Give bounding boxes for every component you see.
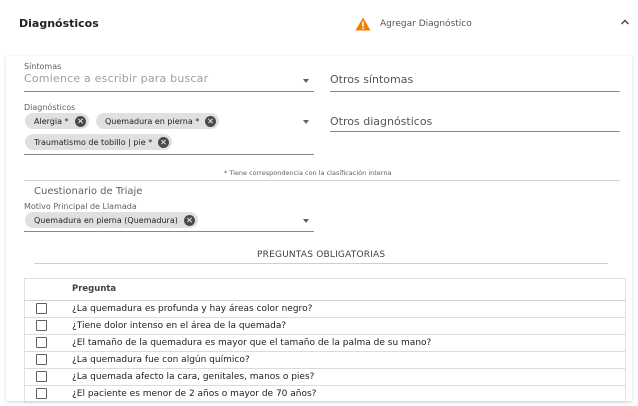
symptoms-placeholder: Comience a escribir para buscar <box>24 72 209 85</box>
question-text: ¿La quemadura fue con algún químico? <box>72 351 626 369</box>
question-text: ¿El tamaño de la quemadura es mayor que … <box>72 334 626 352</box>
motive-underline <box>24 231 314 232</box>
diagnostics-header[interactable]: Diagnósticos Agregar Diagnóstico <box>0 0 638 48</box>
section-title: Diagnósticos <box>19 17 99 30</box>
add-diagnosis-label: Agregar Diagnóstico <box>380 19 472 29</box>
question-checkbox[interactable] <box>36 337 47 348</box>
diagnostics-panel: Síntomas Comience a escribir para buscar… <box>6 56 632 403</box>
question-text: ¿Tiene dolor intenso en el área de la qu… <box>72 317 626 335</box>
question-text: ¿El paciente es menor de 2 años o mayor … <box>72 385 626 403</box>
other-symptoms-placeholder: Otros síntomas <box>330 73 414 86</box>
other-diagnoses-field[interactable]: Otros diagnósticos <box>330 112 620 132</box>
classification-note: * Tiene correspondencia con la clasifica… <box>224 169 392 177</box>
questions-table: Pregunta ¿La quemadura es profunda y hay… <box>24 278 626 403</box>
section-divider <box>34 263 608 264</box>
question-checkbox[interactable] <box>36 320 47 331</box>
motive-select[interactable]: Quemadura en pierna (Quemadura) <box>24 211 314 231</box>
chip-label: Traumatismo de tobillo | pie * <box>34 137 153 147</box>
other-symptoms-field[interactable]: Otros síntomas <box>330 70 620 92</box>
add-diagnosis-button[interactable]: Agregar Diagnóstico <box>355 16 472 32</box>
remove-chip-icon[interactable] <box>183 214 195 226</box>
other-symptoms-underline <box>330 91 620 92</box>
diagnoses-underline <box>24 154 314 155</box>
divider <box>24 180 620 181</box>
question-checkbox[interactable] <box>36 371 47 382</box>
question-text: ¿La quemada afecto la cara, genitales, m… <box>72 368 626 386</box>
diagnoses-select[interactable]: Alergia * Quemadura en pierna * Traumati… <box>24 112 314 154</box>
table-row: ¿El paciente es menor de 2 años o mayor … <box>24 385 626 403</box>
chip-label: Quemadura en pierna (Quemadura) <box>34 215 178 225</box>
checkbox-column-header <box>24 278 72 301</box>
table-row: ¿Tiene dolor intenso en el área de la qu… <box>24 317 626 335</box>
table-row: ¿La quemadura fue con algún químico? <box>24 351 626 369</box>
question-checkbox[interactable] <box>36 303 47 314</box>
diagnosis-chip[interactable]: Quemadura en pierna * <box>96 113 220 129</box>
chip-label: Quemadura en pierna * <box>105 116 200 126</box>
chevron-up-icon[interactable] <box>619 16 631 28</box>
triage-title: Cuestionario de Triaje <box>34 186 143 197</box>
other-diagnoses-underline <box>330 131 620 132</box>
symptoms-select[interactable]: Comience a escribir para buscar <box>24 70 314 92</box>
motive-chip[interactable]: Quemadura en pierna (Quemadura) <box>25 212 198 228</box>
dropdown-caret-icon <box>303 79 309 83</box>
diagnosis-chip[interactable]: Alergia * <box>25 113 89 129</box>
table-row: ¿El tamaño de la quemadura es mayor que … <box>24 334 626 352</box>
question-checkbox[interactable] <box>36 354 47 365</box>
question-text: ¿La quemadura es profunda y hay áreas co… <box>72 300 626 318</box>
remove-chip-icon[interactable] <box>74 115 86 127</box>
diagnoses-label: Diagnósticos <box>24 103 76 112</box>
diagnosis-chip[interactable]: Traumatismo de tobillo | pie * <box>25 134 173 150</box>
symptoms-underline <box>24 91 314 92</box>
table-row: ¿La quemadura es profunda y hay áreas co… <box>24 300 626 318</box>
remove-chip-icon[interactable] <box>205 115 217 127</box>
other-diagnoses-placeholder: Otros diagnósticos <box>330 115 433 128</box>
question-column-header: Pregunta <box>72 278 626 301</box>
table-header-row: Pregunta <box>24 278 626 301</box>
dropdown-caret-icon <box>303 120 309 124</box>
mandatory-questions-title: PREGUNTAS OBLIGATORIAS <box>257 250 386 260</box>
table-row: ¿La quemada afecto la cara, genitales, m… <box>24 368 626 386</box>
remove-chip-icon[interactable] <box>158 136 170 148</box>
dropdown-caret-icon <box>303 219 309 223</box>
warning-icon <box>355 17 371 31</box>
motive-label: Motivo Principal de Llamada <box>24 202 137 211</box>
question-checkbox[interactable] <box>36 388 47 399</box>
chip-label: Alergia * <box>34 116 69 126</box>
